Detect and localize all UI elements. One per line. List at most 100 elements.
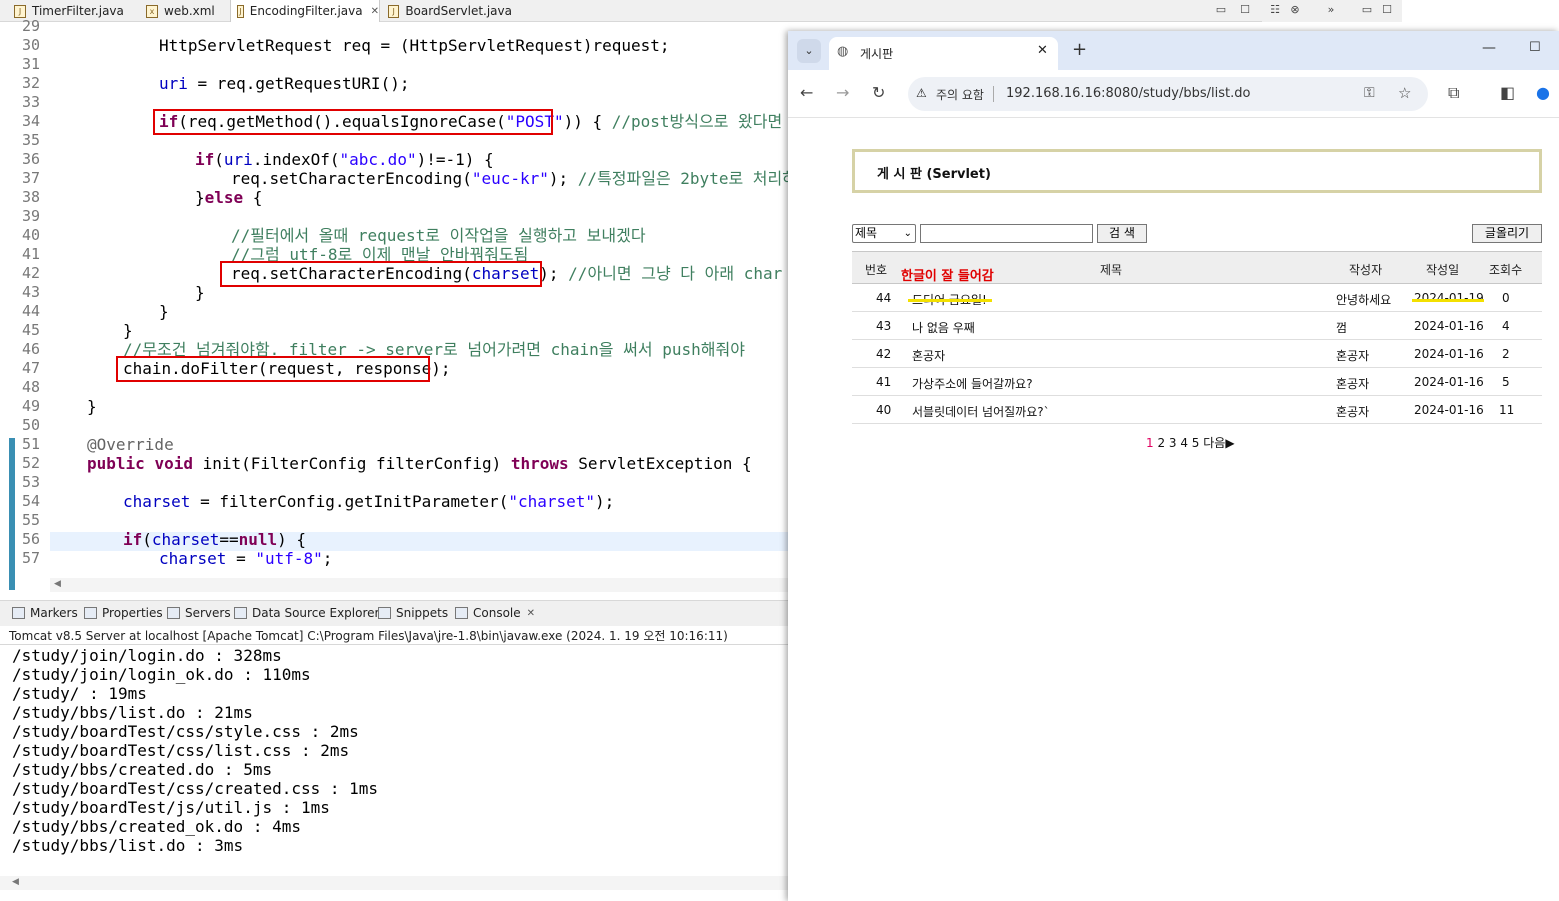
code-editor[interactable]: HttpServletRequest req = (HttpServletReq… (50, 22, 788, 578)
hide-fields-icon[interactable]: ⊗ (1288, 3, 1302, 17)
line-number: 30 (21, 36, 40, 54)
pagination: 1 2 3 4 5 다음▶ (1146, 434, 1235, 451)
page-current[interactable]: 1 (1146, 436, 1154, 450)
console-scrollbar[interactable]: ◀ (0, 876, 788, 890)
console-description: Tomcat v8.5 Server at localhost [Apache … (9, 629, 728, 643)
cell-subject[interactable]: 나 없음 우째 (912, 319, 975, 336)
minimize-icon[interactable]: ▭ (1214, 3, 1228, 17)
code-text: charset = "utf-8"; (159, 549, 333, 568)
line-number-gutter: 29 30 31 32 33 34 35 36 37 38 39 40 41 42 43 44 45 46 47 48… (0, 17, 50, 590)
code-text: uri = req.getRequestURI(); (159, 74, 410, 93)
line-number: 31 (21, 55, 40, 73)
key-icon[interactable]: ⚿ (1364, 85, 1375, 101)
tab-markers[interactable]: Markers (12, 606, 78, 620)
database-icon (234, 607, 247, 619)
code-line: charset = "utf-8"; (159, 549, 332, 568)
table-row[interactable]: 42 혼공자 혼공자 2024-01-16 2 (852, 340, 1542, 368)
code-text: //아니면 그냥 다 아래 char (568, 264, 783, 283)
code-line: //필터에서 올때 request로 이작업을 실행하고 보내겠다 (231, 226, 646, 245)
code-line: }else { (195, 188, 262, 207)
scroll-left-icon[interactable]: ◀ (54, 579, 61, 589)
address-bar[interactable]: ⚠ 주의 요함 192.168.16.16:8080/study/bbs/lis… (908, 77, 1428, 111)
tab-boardservlet[interactable]: J BoardServlet.java (382, 0, 512, 22)
console-icon (455, 607, 468, 619)
write-button[interactable]: 글올리기 (1472, 224, 1542, 243)
cell-subject[interactable]: 혼공자 (912, 347, 945, 364)
search-input[interactable] (920, 224, 1093, 243)
tab-search-icon[interactable]: ⌄ (797, 39, 821, 63)
cell-date: 2024-01-16 (1414, 347, 1484, 361)
line-number: 52 (21, 454, 40, 472)
table-row[interactable]: 41 가상주소에 들어갈까요? 혼공자 2024-01-16 5 (852, 368, 1542, 396)
minimize-icon[interactable]: — (1482, 40, 1496, 56)
code-text: if(charset==null) { (123, 530, 307, 549)
cell-hits: 0 (1502, 291, 1510, 305)
tab-properties[interactable]: Properties (84, 606, 163, 620)
console-line: /study/boardTest/css/style.css : 2ms (12, 722, 359, 741)
cell-subject[interactable]: 가상주소에 들어갈까요? (912, 375, 1033, 392)
browser-tab[interactable]: ◍ 게시판 ✕ (829, 37, 1058, 70)
code-line: @Override (87, 435, 174, 454)
close-tab-icon[interactable]: ✕ (1037, 43, 1048, 58)
console-line: /study/bbs/created_ok.do : 4ms (12, 817, 301, 836)
divider (993, 86, 994, 102)
cell-num: 42 (876, 347, 892, 361)
tab-data-source-explorer[interactable]: Data Source Explorer (234, 606, 379, 620)
tab-servers[interactable]: Servers (167, 606, 231, 620)
back-icon[interactable]: ← (800, 83, 813, 103)
tab-snippets[interactable]: Snippets (378, 606, 448, 620)
view-menu-icon[interactable]: » (1324, 3, 1338, 17)
line-number: 29 (21, 17, 40, 35)
extensions-icon[interactable]: ⧉ (1448, 83, 1459, 103)
minimize-icon[interactable]: ▭ (1360, 3, 1374, 17)
java-file-icon: J (388, 4, 400, 18)
close-icon[interactable]: ✕ (527, 608, 535, 619)
new-tab-icon[interactable]: + (1072, 39, 1087, 60)
tab-encodingfilter[interactable]: J EncodingFilter.java ✕ (230, 0, 380, 22)
properties-icon (84, 607, 97, 619)
url-text[interactable]: 192.168.16.16:8080/study/bbs/list.do (1006, 86, 1250, 101)
cell-num: 43 (876, 319, 892, 333)
line-number: 54 (21, 492, 40, 510)
forward-icon[interactable]: → (836, 83, 849, 103)
cell-date: 2024-01-16 (1414, 319, 1484, 333)
security-label[interactable]: 주의 요함 (936, 86, 984, 103)
profile-icon[interactable]: ● (1536, 83, 1550, 103)
table-row[interactable]: 40 서블릿데이터 넘어질까요?` 혼공자 2024-01-16 11 (852, 396, 1542, 424)
line-number: 46 (21, 340, 40, 358)
code-text: //필터에서 올때 request로 이작업을 실행하고 보내겠다 (231, 226, 646, 245)
maximize-icon[interactable]: ☐ (1380, 3, 1394, 17)
search-button[interactable]: 검 색 (1097, 224, 1147, 243)
star-icon[interactable]: ☆ (1398, 84, 1411, 102)
close-icon[interactable]: ✕ (371, 6, 379, 17)
header-date: 작성일 (1426, 263, 1460, 277)
console-output[interactable]: /study/join/login.do : 328ms/study/join/… (0, 644, 788, 876)
line-number: 50 (21, 416, 40, 434)
browser-tab-strip: ⌄ ◍ 게시판 ✕ + — ☐ (788, 31, 1559, 70)
cell-subject[interactable]: 서블릿데이터 넘어질까요?` (912, 403, 1050, 420)
line-number: 35 (21, 131, 40, 149)
outline-icon[interactable]: ☷ (1268, 3, 1282, 17)
search-field-select[interactable]: 제목 ⌄ (852, 224, 916, 243)
scroll-left-icon[interactable]: ◀ (12, 877, 19, 887)
maximize-icon[interactable]: ☐ (1529, 40, 1541, 55)
cell-author: 혼공자 (1336, 405, 1370, 419)
reload-icon[interactable]: ↻ (872, 83, 885, 103)
table-row[interactable]: 44드디어 금요일!안녕하세요2024-01-190 (852, 284, 1542, 312)
outline-toolbar: ☷ ⊗ » ▭ ☐ (1262, 0, 1402, 22)
tab-console[interactable]: Console ✕ (455, 606, 535, 620)
side-panel-icon[interactable]: ◧ (1500, 83, 1515, 103)
board-title-box: 게 시 판 (Servlet) (852, 149, 1542, 193)
tab-web-xml[interactable]: x web.xml (140, 0, 220, 22)
maximize-icon[interactable]: ☐ (1238, 3, 1252, 17)
page-links[interactable]: 2 3 4 5 다음▶ (1154, 436, 1234, 450)
code-text: } (123, 321, 133, 340)
annotation-text: 한글이 잘 들어감 (901, 269, 994, 284)
code-line: uri = req.getRequestURI(); (159, 74, 409, 93)
console-line: /study/bbs/created.do : 5ms (12, 760, 273, 779)
header-subject: 제목 (1100, 263, 1123, 277)
table-row[interactable]: 43 나 없음 우째 껌 2024-01-16 4 (852, 312, 1542, 340)
editor-scrollbar[interactable]: ◀ (50, 578, 788, 592)
code-text: public void init(FilterConfig filterConf… (87, 454, 752, 473)
chevron-down-icon: ⌄ (903, 228, 912, 239)
